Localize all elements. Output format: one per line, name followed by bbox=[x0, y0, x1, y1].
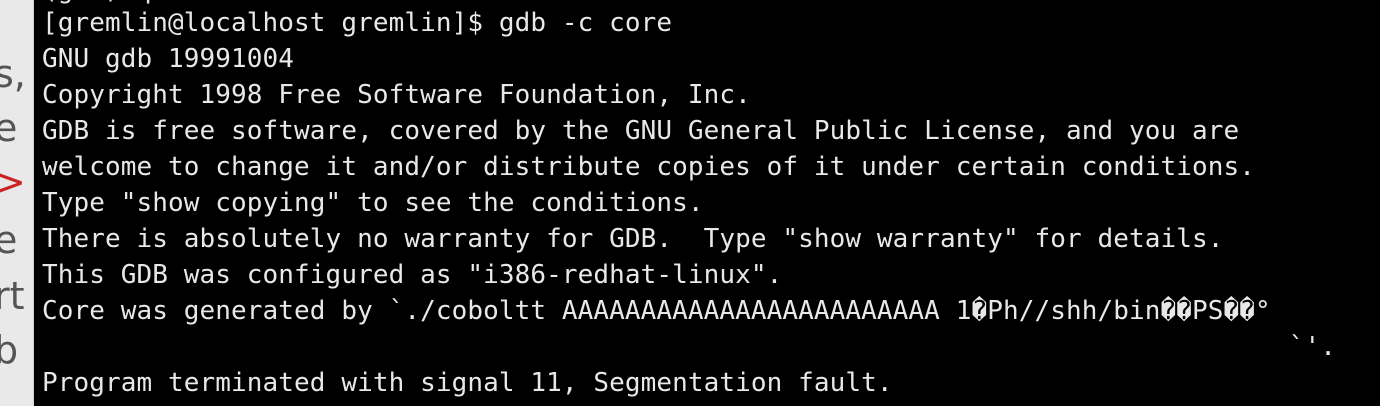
terminal-line: welcome to change it and/or distribute c… bbox=[42, 152, 1256, 182]
terminal-line-continuation: `'. bbox=[1288, 332, 1336, 362]
background-text-fragment: s, bbox=[0, 52, 26, 96]
terminal-line-prompt: [gremlin@localhost gremlin]$ gdb -c core bbox=[42, 8, 673, 38]
terminal-line-segfault: Program terminated with signal 11, Segme… bbox=[42, 368, 893, 398]
background-window-edge: s, e > e rt b bbox=[0, 0, 34, 406]
terminal-line: GDB is free software, covered by the GNU… bbox=[42, 116, 1240, 146]
background-text-fragment: b bbox=[0, 331, 18, 369]
terminal-line: Copyright 1998 Free Software Foundation,… bbox=[42, 80, 751, 110]
terminal-line: This GDB was configured as "i386-redhat-… bbox=[42, 260, 783, 290]
background-arrow-fragment: > bbox=[0, 163, 26, 201]
terminal-line: GNU gdb 19991004 bbox=[42, 44, 295, 74]
terminal-line: There is absolutely no warranty for GDB.… bbox=[42, 224, 1224, 254]
background-text-fragment: e bbox=[0, 221, 17, 259]
background-text-fragment: rt bbox=[0, 274, 25, 318]
background-text-fragment: e bbox=[0, 109, 17, 147]
terminal-line: Type "show copying" to see the condition… bbox=[42, 188, 704, 218]
screen: s, e > e rt b (gdb) q [gremlin@localhost… bbox=[0, 0, 1380, 406]
terminal-line-core-generated: Core was generated by `./coboltt AAAAAAA… bbox=[42, 296, 1271, 326]
terminal-window[interactable]: (gdb) q [gremlin@localhost gremlin]$ gdb… bbox=[34, 0, 1380, 406]
